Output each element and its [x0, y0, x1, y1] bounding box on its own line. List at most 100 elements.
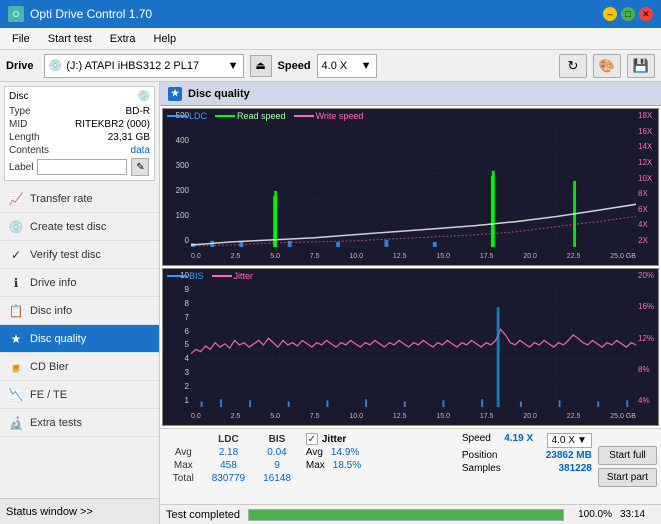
sidebar-label-disc-quality: Disc quality: [30, 333, 86, 345]
sidebar-item-extra-tests[interactable]: 🔬 Extra tests: [0, 409, 159, 437]
chart-ldc: LDC Read speed Write speed 500 400 30: [162, 108, 659, 266]
sidebar-item-create-test-disc[interactable]: 💿 Create test disc: [0, 213, 159, 241]
jitter-label: Jitter: [322, 434, 346, 445]
window-controls[interactable]: – □ ✕: [603, 7, 653, 21]
avg-jitter-row: Avg 14.9%: [306, 447, 456, 458]
stats-avg-row: Avg 2.18 0.04: [164, 446, 300, 459]
disc-contents-row: Contents data: [9, 145, 150, 156]
save-button[interactable]: 💾: [627, 54, 655, 78]
drive-toolbar: Drive 💿 (J:) ATAPI iHBS312 2 PL17 ▼ ⏏ Sp…: [0, 50, 661, 82]
write-speed-legend-label: Write speed: [316, 111, 364, 121]
sidebar-label-verify-test-disc: Verify test disc: [30, 249, 101, 261]
status-window-button[interactable]: Status window >>: [0, 498, 159, 524]
start-buttons: Start full Start part: [598, 433, 657, 500]
chart2-plot: [191, 285, 636, 407]
position-row: Position 23862 MB: [462, 450, 592, 461]
total-ldc: 830779: [203, 472, 254, 485]
maximize-button[interactable]: □: [621, 7, 635, 21]
title-bar: O Opti Drive Control 1.70 – □ ✕: [0, 0, 661, 28]
max-bis: 9: [254, 459, 300, 472]
max-jitter-row: Max 18.5%: [306, 460, 456, 471]
write-speed-legend: Write speed: [294, 111, 364, 121]
disc-info-panel: Disc 💿 Type BD-R MID RITEKBR2 (000) Leng…: [4, 86, 155, 181]
sidebar-item-fe-te[interactable]: 📉 FE / TE: [0, 381, 159, 409]
color-button[interactable]: 🎨: [593, 54, 621, 78]
chart2-y-axis-left: 10 9 8 7 6 5 4 3 2 1: [163, 269, 191, 407]
speed-chevron-icon: ▼: [361, 60, 372, 72]
close-button[interactable]: ✕: [639, 7, 653, 21]
verify-test-disc-icon: ✓: [8, 247, 24, 263]
chart1-legend: LDC Read speed Write speed: [167, 111, 363, 121]
start-full-button[interactable]: Start full: [598, 446, 657, 465]
cd-bier-icon: 🍺: [8, 359, 24, 375]
menu-help[interactable]: Help: [145, 31, 184, 47]
jitter-legend-color: [212, 275, 232, 277]
charts-area: LDC Read speed Write speed 500 400 30: [160, 106, 661, 428]
eject-button[interactable]: ⏏: [250, 55, 272, 77]
fe-te-icon: 📉: [8, 387, 24, 403]
sidebar-item-verify-test-disc[interactable]: ✓ Verify test disc: [0, 241, 159, 269]
jitter-legend: Jitter: [212, 271, 254, 281]
refresh-button[interactable]: ↻: [559, 54, 587, 78]
sidebar-item-disc-info[interactable]: 📋 Disc info: [0, 297, 159, 325]
read-speed-legend: Read speed: [215, 111, 286, 121]
speed-value: 4.0 X: [322, 60, 348, 72]
chart1-plot: [191, 125, 636, 247]
create-test-disc-icon: 💿: [8, 219, 24, 235]
menu-file[interactable]: File: [4, 31, 38, 47]
contents-value: data: [131, 145, 150, 156]
speed-select-chevron: ▼: [577, 435, 587, 446]
chart-bis: BIS Jitter 10 9 8 7 6 5 4 3: [162, 268, 659, 426]
length-value: 23,31 GB: [108, 132, 150, 143]
drive-select-dropdown[interactable]: 💿 (J:) ATAPI iHBS312 2 PL17 ▼: [44, 54, 244, 78]
label-input[interactable]: [37, 159, 127, 175]
minimize-button[interactable]: –: [603, 7, 617, 21]
total-label: Total: [164, 472, 203, 485]
stats-max-row: Max 458 9: [164, 459, 300, 472]
avg-bis: 0.04: [254, 446, 300, 459]
position-val: 23862 MB: [546, 450, 592, 461]
max-label: Max: [164, 459, 203, 472]
sidebar-item-cd-bier[interactable]: 🍺 CD Bier: [0, 353, 159, 381]
sidebar-label-drive-info: Drive info: [30, 277, 76, 289]
extra-tests-icon: 🔬: [8, 415, 24, 431]
jitter-checkbox[interactable]: ✓: [306, 433, 318, 445]
chart2-y-axis-right: 20% 16% 12% 8% 4%: [636, 269, 658, 407]
type-value: BD-R: [126, 106, 150, 117]
speed-dropdown[interactable]: 4.0 X ▼: [317, 54, 377, 78]
disc-quality-icon: ★: [8, 331, 24, 347]
sidebar-item-transfer-rate[interactable]: 📈 Transfer rate: [0, 185, 159, 213]
col-header-ldc: LDC: [203, 433, 254, 446]
label-edit-button[interactable]: ✎: [131, 158, 149, 176]
jitter-row: ✓ Jitter: [306, 433, 456, 445]
sidebar-item-drive-info[interactable]: ℹ Drive info: [0, 269, 159, 297]
chart1-x-axis: 0.0 2.5 5.0 7.5 10.0 12.5 15.0 17.5 20.0…: [191, 247, 636, 265]
drive-icon: 💿: [49, 59, 63, 72]
menu-start-test[interactable]: Start test: [40, 31, 100, 47]
sidebar-label-disc-info: Disc info: [30, 305, 72, 317]
stats-total-row: Total 830779 16148: [164, 472, 300, 485]
start-part-button[interactable]: Start part: [598, 468, 657, 487]
progress-bar-outer: [248, 509, 564, 521]
length-key: Length: [9, 132, 40, 143]
sidebar-item-disc-quality[interactable]: ★ Disc quality: [0, 325, 159, 353]
speed-label-stat: Speed: [462, 433, 491, 448]
speed-select-stat[interactable]: 4.0 X ▼: [547, 433, 592, 448]
avg-jitter-val: 14.9%: [331, 447, 359, 458]
mid-value: RITEKBR2 (000): [75, 119, 150, 130]
type-key: Type: [9, 106, 31, 117]
sidebar-label-create-test-disc: Create test disc: [30, 221, 106, 233]
bis-legend: BIS: [167, 271, 204, 281]
speed-val: 4.19 X: [504, 433, 533, 448]
disc-quality-header-icon: ★: [168, 87, 182, 101]
ldc-legend-color: [167, 115, 187, 117]
progress-time: 33:14: [620, 509, 655, 520]
speed-select-val: 4.0 X: [552, 435, 575, 446]
stats-panel: LDC BIS Avg 2.18 0.04 Max 458: [160, 428, 661, 504]
disc-info-header: Disc 💿: [9, 91, 150, 102]
col-header-bis: BIS: [254, 433, 300, 446]
menu-extra[interactable]: Extra: [102, 31, 144, 47]
progress-percent: 100.0%: [572, 509, 612, 520]
stats-jitter-speed: ✓ Jitter Avg 14.9% Max 18.5%: [306, 433, 456, 500]
speed-label: Speed: [278, 60, 311, 72]
